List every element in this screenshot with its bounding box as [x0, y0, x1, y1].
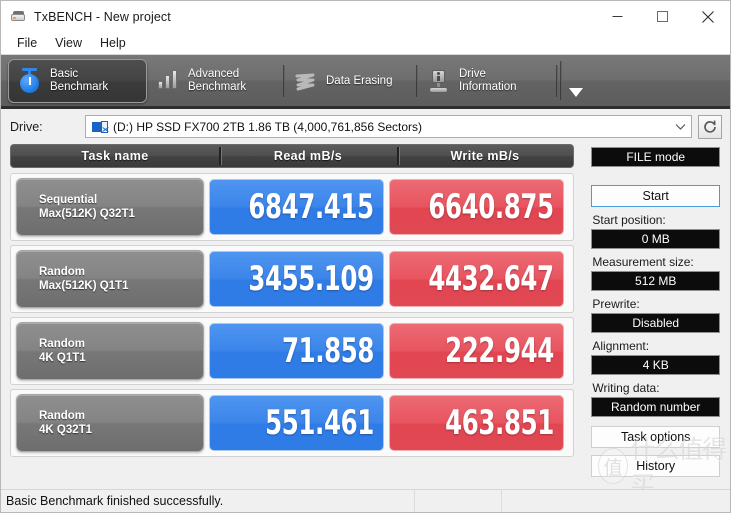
task-button-random-max512k-q1t1[interactable]: Random Max(512K) Q1T1: [16, 250, 204, 308]
results-header: Task name Read mB/s Write mB/s: [10, 144, 574, 168]
benchmark-results: Task name Read mB/s Write mB/s Sequentia…: [1, 144, 587, 499]
measurement-size-value[interactable]: 512 MB: [591, 271, 720, 291]
task-name-line2: Max(512K) Q1T1: [39, 279, 203, 293]
task-name-line2: 4K Q32T1: [39, 423, 203, 437]
table-row: Random Max(512K) Q1T1 3455.109 4432.647: [10, 245, 574, 313]
tab-advanced-benchmark[interactable]: Advanced Benchmark: [147, 59, 285, 103]
task-button-random-4k-q1t1[interactable]: Random 4K Q1T1: [16, 322, 204, 380]
table-row: Sequential Max(512K) Q32T1 6847.415 6640…: [10, 173, 574, 241]
tab-drive-information-label: Drive Information: [459, 68, 517, 94]
drive-selected-value: (D:) HP SSD FX700 2TB 1.86 TB (4,000,761…: [113, 120, 669, 134]
header-task-name: Task name: [11, 145, 219, 167]
task-name-line1: Random: [39, 337, 203, 351]
read-value-row-1: 6847.415: [209, 179, 384, 235]
alignment-value[interactable]: 4 KB: [591, 355, 720, 375]
alignment-label: Alignment:: [592, 339, 730, 353]
read-value-row-4: 551.461: [209, 395, 384, 451]
drive-label: Drive:: [10, 120, 85, 134]
tab-data-erasing[interactable]: Data Erasing: [285, 59, 418, 103]
read-value-row-2: 3455.109: [209, 251, 384, 307]
main-area: Task name Read mB/s Write mB/s Sequentia…: [1, 144, 730, 499]
write-value-row-2: 4432.647: [389, 251, 564, 307]
tab-strip: Basic Benchmark Advanced Benchmark Data …: [1, 55, 730, 109]
bar-chart-icon: [155, 66, 181, 96]
maximize-button[interactable]: [640, 1, 685, 32]
task-button-random-4k-q32t1[interactable]: Random 4K Q32T1: [16, 394, 204, 452]
task-name-line1: Random: [39, 265, 203, 279]
window-controls: [595, 1, 730, 32]
menu-view[interactable]: View: [46, 34, 91, 53]
close-button[interactable]: [685, 1, 730, 32]
menu-help[interactable]: Help: [91, 34, 135, 53]
task-name-line2: 4K Q1T1: [39, 351, 203, 365]
writing-data-label: Writing data:: [592, 381, 730, 395]
chevron-down-icon[interactable]: [560, 55, 592, 106]
tab-data-erasing-label: Data Erasing: [326, 75, 392, 88]
refresh-icon: [702, 119, 718, 135]
tab-advanced-benchmark-label: Advanced Benchmark: [188, 68, 246, 94]
refresh-button[interactable]: [698, 115, 722, 139]
writing-data-value[interactable]: Random number: [591, 397, 720, 417]
drive-info-icon: [426, 66, 452, 96]
task-button-sequential-max512k-q32t1[interactable]: Sequential Max(512K) Q32T1: [16, 178, 204, 236]
measurement-size-label: Measurement size:: [592, 255, 730, 269]
settings-sidebar: FILE mode Start Start position: 0 MB Mea…: [587, 144, 730, 499]
disk-icon: [10, 9, 26, 25]
prewrite-label: Prewrite:: [592, 297, 730, 311]
history-button[interactable]: History: [591, 455, 720, 477]
status-bar: Basic Benchmark finished successfully.: [1, 489, 730, 512]
stopwatch-icon: [17, 66, 43, 96]
drive-icon: [92, 120, 108, 134]
table-row: Random 4K Q1T1 71.858 222.944: [10, 317, 574, 385]
status-segment-2: [415, 490, 502, 512]
task-options-button[interactable]: Task options: [591, 426, 720, 448]
status-segment-3: [502, 490, 730, 512]
start-button[interactable]: Start: [591, 185, 720, 207]
header-read: Read mB/s: [219, 145, 397, 167]
menu-file[interactable]: File: [8, 34, 46, 53]
task-name-line2: Max(512K) Q32T1: [39, 207, 203, 221]
tab-basic-benchmark-label: Basic Benchmark: [50, 68, 108, 94]
title-bar: TxBENCH - New project: [1, 1, 730, 32]
header-write: Write mB/s: [397, 145, 573, 167]
tab-basic-benchmark[interactable]: Basic Benchmark: [8, 59, 147, 103]
file-mode-button[interactable]: FILE mode: [591, 147, 720, 167]
minimize-button[interactable]: [595, 1, 640, 32]
task-name-line1: Random: [39, 409, 203, 423]
eraser-icon: [293, 66, 319, 96]
drive-selector-row: Drive: (D:) HP SSD FX700 2TB 1.86 TB (4,…: [1, 109, 730, 144]
read-value-row-3: 71.858: [209, 323, 384, 379]
drive-combobox[interactable]: (D:) HP SSD FX700 2TB 1.86 TB (4,000,761…: [85, 115, 692, 138]
task-name-line1: Sequential: [39, 193, 203, 207]
chevron-down-icon[interactable]: [669, 116, 691, 137]
start-position-label: Start position:: [592, 213, 730, 227]
menu-bar: File View Help: [1, 32, 730, 55]
prewrite-value[interactable]: Disabled: [591, 313, 720, 333]
write-value-row-1: 6640.875: [389, 179, 564, 235]
start-position-value[interactable]: 0 MB: [591, 229, 720, 249]
write-value-row-4: 463.851: [389, 395, 564, 451]
window-title: TxBENCH - New project: [34, 10, 171, 24]
status-message: Basic Benchmark finished successfully.: [1, 490, 415, 512]
txbench-window: TxBENCH - New project File View Help Bas…: [0, 0, 731, 513]
write-value-row-3: 222.944: [389, 323, 564, 379]
table-row: Random 4K Q32T1 551.461 463.851: [10, 389, 574, 457]
tab-drive-information[interactable]: Drive Information: [418, 59, 558, 103]
